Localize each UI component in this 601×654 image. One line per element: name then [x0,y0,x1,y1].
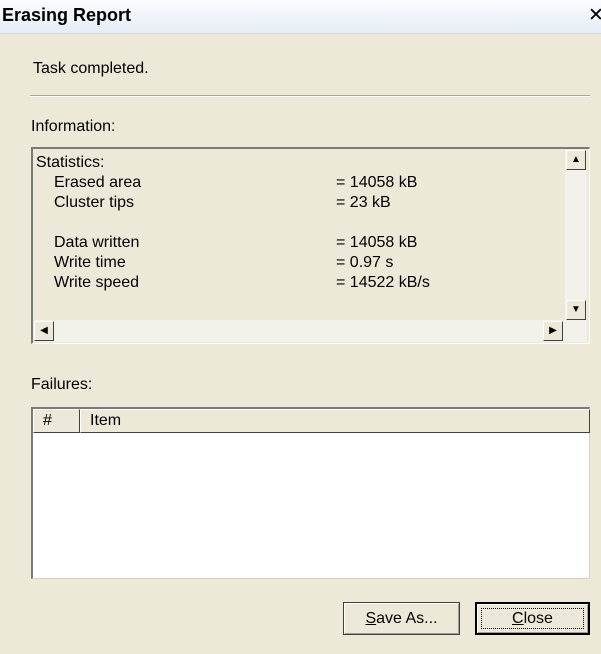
information-textbox[interactable]: Statistics: Erased area = 14058 kB Clust… [31,147,590,344]
stat-value: = 14058 kB [336,174,418,191]
stat-value: = 14522 kB/s [336,274,430,291]
arrow-down-icon[interactable]: ▼ [566,300,586,320]
separator [30,95,590,97]
stat-name: Write time [54,254,126,271]
close-icon[interactable]: ✕ [586,6,601,26]
statistics-heading: Statistics: [36,154,105,171]
title-bar: Erasing Report ✕ [0,0,601,34]
horizontal-scrollbar[interactable]: ◀ ▶ [34,320,587,342]
focus-ring [481,608,584,629]
save-as-button[interactable]: Save As... [343,602,460,635]
status-text: Task completed. [33,60,149,77]
arrow-right-icon[interactable]: ▶ [543,321,563,341]
failures-label: Failures: [31,376,93,393]
arrow-up-icon[interactable]: ▲ [566,150,586,170]
stat-name: Erased area [54,174,142,191]
save-as-mnemonic: S [365,610,377,627]
stat-name: Write speed [54,274,140,291]
failures-list[interactable]: # Item [31,407,590,579]
column-header-item[interactable]: Item [80,409,590,433]
stat-name: Data written [54,234,140,251]
close-button[interactable]: Close [475,602,590,635]
column-header-number[interactable]: # [33,409,80,433]
stat-value: = 0.97 s [336,254,394,271]
arrow-left-icon[interactable]: ◀ [34,321,54,341]
information-label: Information: [31,118,116,135]
stat-value: = 14058 kB [336,234,418,251]
window-title: Erasing Report [2,5,132,25]
save-as-label: ave As... [376,610,438,627]
stat-name: Cluster tips [54,194,135,211]
vertical-scrollbar[interactable]: ▲ ▼ [565,150,587,320]
stat-value: = 23 kB [336,194,391,211]
